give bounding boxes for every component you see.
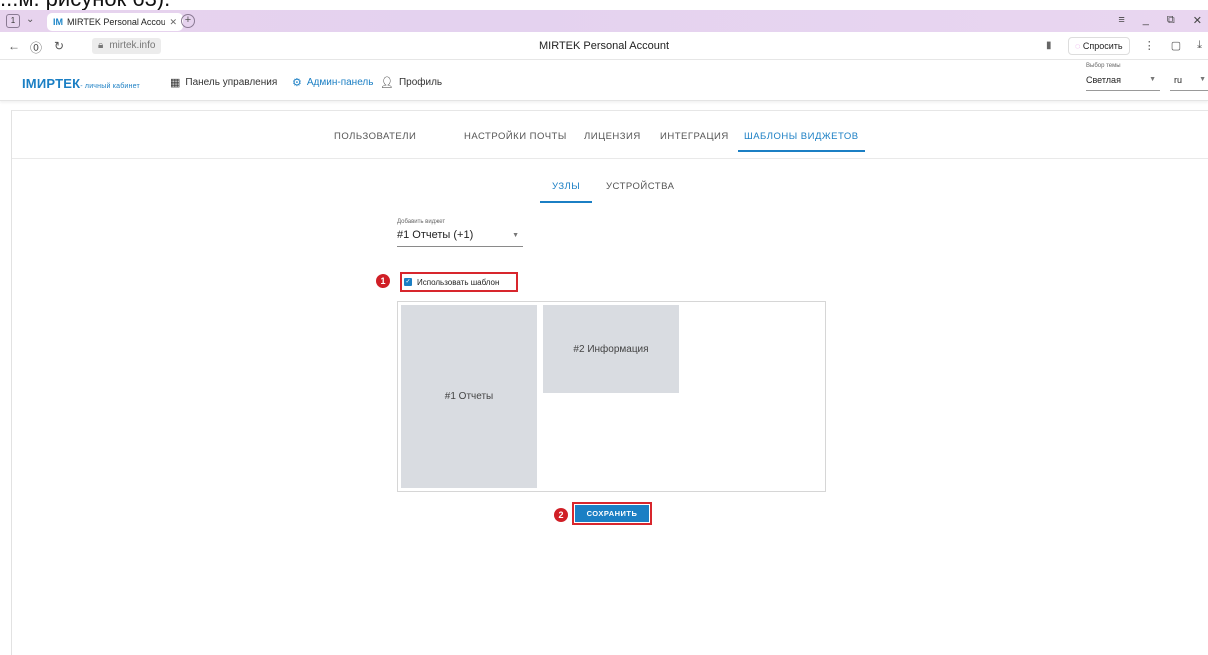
reader-icon[interactable]: ▢ <box>1171 39 1181 52</box>
use-template-checkbox-row[interactable]: ✓ Использовать шаблон <box>400 272 518 292</box>
gear-icon: ⚙ <box>292 77 302 89</box>
browser-tab[interactable]: IM MIRTEK Personal Accou ✕ <box>47 13 183 31</box>
document-caption: ...м. рисунок 63). <box>0 0 170 11</box>
step-marker-2: 2 <box>554 508 568 522</box>
content-card: Пользователи Настройки почты Лицензия Ин… <box>11 110 1208 655</box>
new-tab-icon[interactable]: + <box>181 14 195 28</box>
close-icon[interactable]: ✕ <box>169 17 177 28</box>
dashboard-icon: ▦ <box>170 77 181 89</box>
close-window-icon[interactable]: ✕ <box>1193 14 1202 27</box>
nav-dashboard[interactable]: ▦ Панель управления <box>170 76 277 89</box>
nav-profile[interactable]: 👤︎ Профиль <box>380 76 442 89</box>
user-icon: 👤︎ <box>380 77 394 89</box>
use-template-checkbox[interactable]: ✓ <box>404 278 412 286</box>
chevron-down-icon: ▼ <box>1149 76 1156 83</box>
menu-icon[interactable]: ≡ <box>1118 14 1124 27</box>
chevron-down-icon: ▼ <box>512 232 519 239</box>
app-header: IMИРТЕК- личный кабинет ▦ Панель управле… <box>0 61 1208 101</box>
tab-count-badge[interactable]: 1 <box>6 14 20 28</box>
widget-information[interactable]: #2 Информация <box>543 305 679 393</box>
admin-tabs: Пользователи Настройки почты Лицензия Ин… <box>12 111 1208 159</box>
logo[interactable]: IMИРТЕК- личный кабинет <box>22 76 140 91</box>
ask-icon: ◌ <box>1075 41 1081 51</box>
window-controls: ≡ _ ⧉ ✕ <box>1118 14 1202 27</box>
bookmark-icon[interactable]: ▮ <box>1046 40 1052 51</box>
minimize-icon[interactable]: _ <box>1143 14 1149 27</box>
theme-select[interactable]: Светлая ▼ <box>1086 75 1160 91</box>
language-select[interactable]: ru ▼ <box>1170 75 1208 91</box>
save-button[interactable]: Сохранить <box>575 505 649 522</box>
theme-label: Выбор темы <box>1086 63 1121 69</box>
browser-tabstrip: 1 ⌄ IM MIRTEK Personal Accou ✕ + ≡ _ ⧉ ✕ <box>0 10 1208 32</box>
subtab-nodes[interactable]: Узлы <box>540 181 593 203</box>
tab-widget-templates[interactable]: Шаблоны виджетов <box>738 131 865 152</box>
use-template-label: Использовать шаблон <box>417 277 500 287</box>
widget-reports[interactable]: #1 Отчеты <box>401 305 537 488</box>
site-favicon-icon: IM <box>53 17 63 27</box>
chevron-down-icon[interactable]: ⌄ <box>26 14 34 25</box>
tab-license[interactable]: Лицензия <box>584 131 641 150</box>
more-icon[interactable]: ⋮ <box>1144 39 1155 52</box>
step-marker-1: 1 <box>376 274 390 288</box>
address-bar-actions: ⋮ ▢ ⤓ <box>1144 39 1202 52</box>
tab-title: MIRTEK Personal Accou <box>67 17 166 27</box>
tab-mail-settings[interactable]: Настройки почты <box>464 131 567 150</box>
page-title: MIRTEK Personal Account <box>538 40 670 52</box>
add-widget-select[interactable]: #1 Отчеты (+1) ▼ <box>397 229 523 247</box>
ask-button[interactable]: ◌ Спросить <box>1068 37 1130 55</box>
save-button-highlight: Сохранить <box>572 502 652 525</box>
download-icon[interactable]: ⤓ <box>1197 39 1202 52</box>
nav-admin-panel[interactable]: ⚙ Админ-панель <box>292 76 373 89</box>
subtab-devices[interactable]: Устройства <box>606 181 674 201</box>
add-widget-label: Добавить виджет <box>397 219 446 225</box>
address-bar-row: ← ⓪ ↻ 🔒︎ mirtek.info MIRTEK Personal Acc… <box>0 32 1208 60</box>
tab-users[interactable]: Пользователи <box>334 131 416 150</box>
tab-integration[interactable]: Интеграция <box>660 131 729 150</box>
chevron-down-icon: ▼ <box>1199 76 1206 83</box>
widget-grid: #1 Отчеты #2 Информация <box>397 301 826 492</box>
restore-icon[interactable]: ⧉ <box>1167 14 1175 27</box>
